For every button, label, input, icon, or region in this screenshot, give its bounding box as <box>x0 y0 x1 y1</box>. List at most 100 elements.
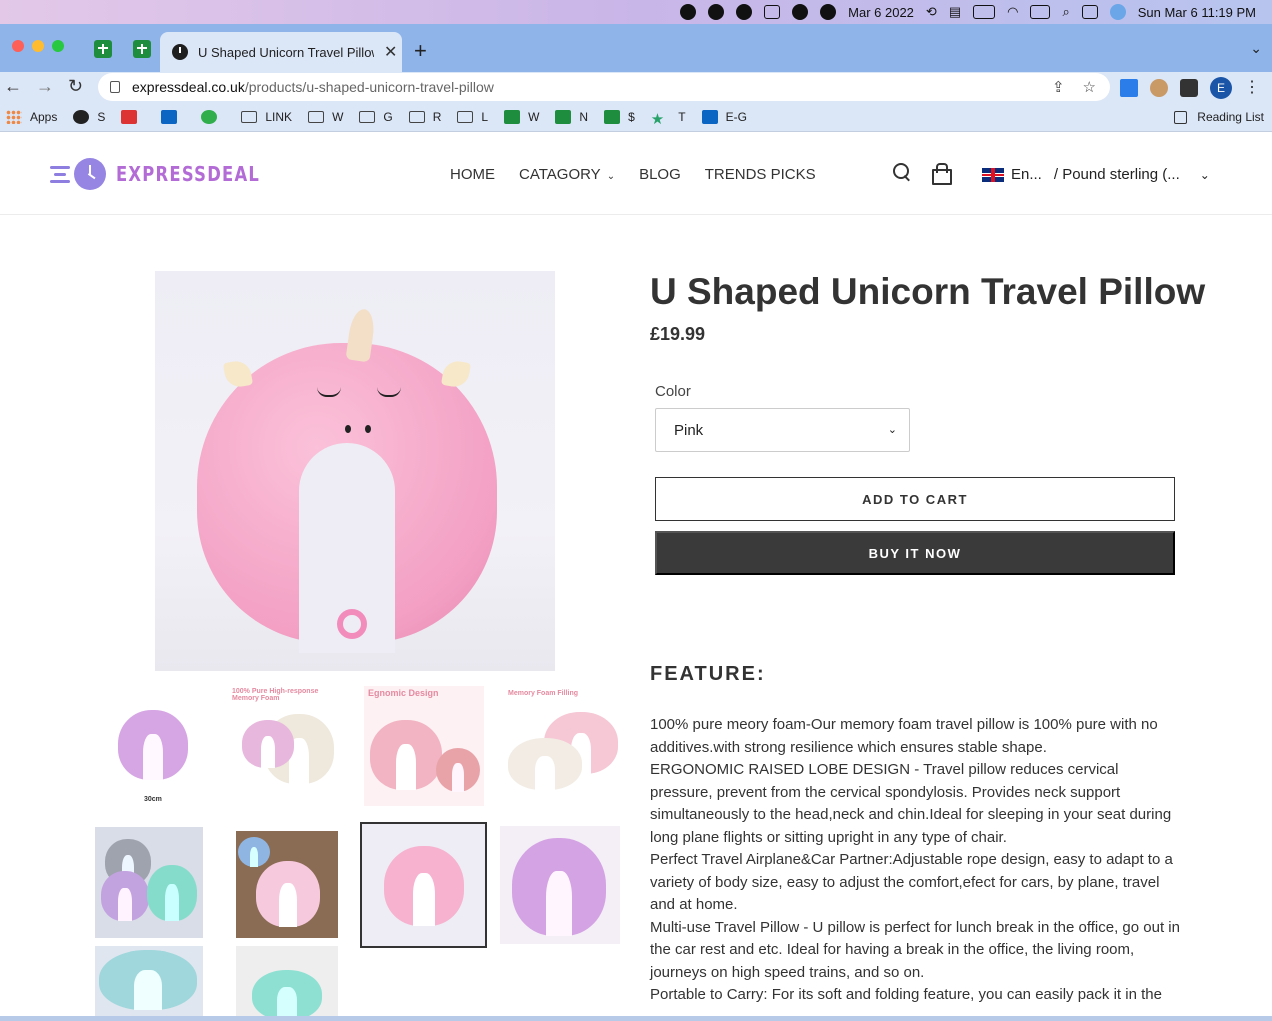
spotlight-search-icon[interactable]: ⌕ <box>1062 0 1069 24</box>
window-controls <box>12 40 64 52</box>
nostril-left <box>345 425 351 433</box>
share-icon[interactable]: ⇪ <box>1052 78 1065 96</box>
teamviewer-icon[interactable] <box>764 0 781 24</box>
bookmark-gmail[interactable] <box>121 109 145 124</box>
siri-icon[interactable] <box>1109 0 1126 24</box>
nostril-right <box>365 425 371 433</box>
forward-arrow-icon[interactable]: → <box>36 76 54 97</box>
minimize-window-button[interactable] <box>32 40 44 52</box>
product-main-image[interactable] <box>155 271 555 671</box>
bookmark-grammarly[interactable] <box>201 109 225 124</box>
bookmark-t[interactable]: ★ T <box>651 110 686 128</box>
thumb-size-label: 30cm <box>144 796 162 803</box>
wifi-icon[interactable]: ◠ <box>1007 0 1018 24</box>
bookmark-folder-r[interactable]: R <box>408 109 442 124</box>
product-thumbnail-6[interactable] <box>236 831 338 938</box>
bookmark-e-g[interactable]: E-G <box>701 109 747 124</box>
tab-close-icon[interactable]: ✕ <box>384 42 397 62</box>
battery-icon[interactable] <box>973 0 996 24</box>
cream-pillow-thumb <box>508 738 582 790</box>
product-thumbnail-10[interactable] <box>236 946 338 1016</box>
pinned-tab-sheets-2[interactable] <box>133 40 151 58</box>
back-arrow-icon[interactable]: ← <box>4 76 22 97</box>
bookmark-star-icon[interactable]: ☆ <box>1083 78 1096 96</box>
pinned-tab-sheets-1[interactable] <box>94 40 112 58</box>
bookmark-sheets-dollar[interactable]: $ <box>604 109 635 124</box>
profile-avatar[interactable]: E <box>1210 77 1232 99</box>
bookmark-folder-w[interactable]: W <box>308 110 343 124</box>
product-thumbnail-1[interactable]: 30cm <box>92 690 210 810</box>
line-icon[interactable] <box>680 0 697 24</box>
tab-active[interactable]: U Shaped Unicorn Travel Pillow ✕ <box>160 32 402 72</box>
bookmark-folder-l[interactable]: L <box>457 110 488 124</box>
lock-icon[interactable] <box>110 81 120 93</box>
nav-trends-picks[interactable]: TRENDS PICKS <box>705 166 816 183</box>
product-description: 100% pure meory foam-Our memory foam tra… <box>650 714 1180 1007</box>
logo-lines-icon <box>50 162 70 187</box>
color-select[interactable]: Pink ⌄ <box>655 408 910 452</box>
globe-icon <box>73 109 90 124</box>
keyboard-icon[interactable] <box>1030 0 1051 24</box>
input-source-flag-icon[interactable]: ▤ <box>949 0 961 24</box>
product-thumbnail-2[interactable]: 100% Pure High-response Memory Foam <box>228 686 346 806</box>
pink-pillow-thumb <box>384 846 464 926</box>
chevron-down-icon: ⌄ <box>887 424 897 436</box>
bookmark-folder-link[interactable]: LINK <box>241 110 292 124</box>
notification-bell-icon[interactable] <box>708 0 725 24</box>
clock-logo-icon <box>74 158 106 190</box>
product-thumbnail-3[interactable]: Egnomic Design <box>364 686 484 806</box>
bookmark-sheets-w[interactable]: W <box>504 109 540 124</box>
close-window-button[interactable] <box>12 40 24 52</box>
reading-list-button[interactable]: Reading List <box>1174 110 1264 124</box>
bookmark-folder-g[interactable]: G <box>359 110 393 124</box>
bookmark-apps[interactable]: Apps <box>6 109 58 124</box>
puzzle-extensions-icon[interactable] <box>1180 79 1198 97</box>
cart-icon[interactable] <box>931 163 952 185</box>
bookmark-label: N <box>579 109 589 124</box>
tab-search-chevron-icon[interactable]: ⌄ <box>1250 40 1262 57</box>
sheets-icon <box>504 109 521 124</box>
bookmark-sheets-n[interactable]: N <box>555 109 589 124</box>
description-paragraph: Multi-use Travel Pillow - U pillow is pe… <box>650 918 1180 981</box>
bookmark-label: S <box>97 109 106 124</box>
add-to-cart-button[interactable]: ADD TO CART <box>655 477 1175 521</box>
address-bar[interactable]: expressdeal.co.uk/products/u-shaped-unic… <box>98 73 1110 101</box>
flowers-thumb <box>238 837 270 867</box>
download-extension-icon[interactable] <box>1120 79 1138 97</box>
product-thumbnail-7-selected[interactable] <box>360 822 487 948</box>
bookmark-label: Apps <box>30 109 58 124</box>
menubar-date[interactable]: Mar 6 2022 <box>848 0 914 24</box>
control-center-icon[interactable] <box>1081 0 1098 24</box>
play-icon[interactable] <box>820 0 837 24</box>
site-header: EXPRESSDEAL HOME CATAGORY ⌄ BLOG TRENDS P… <box>0 133 1272 215</box>
zoom-window-button[interactable] <box>52 40 64 52</box>
product-thumbnail-8[interactable] <box>500 826 620 944</box>
folder-icon <box>241 110 258 123</box>
product-thumbnail-4[interactable]: Memory Foam Filling <box>500 686 622 806</box>
main-nav: HOME CATAGORY ⌄ BLOG TRENDS PICKS <box>450 166 816 183</box>
face-extension-icon[interactable] <box>1150 79 1168 97</box>
bookmark-label: W <box>528 109 540 124</box>
product-title: U Shaped Unicorn Travel Pillow <box>650 271 1206 312</box>
nav-category[interactable]: CATAGORY ⌄ <box>519 166 615 183</box>
wechat-icon[interactable] <box>736 0 753 24</box>
product-thumbnail-5[interactable] <box>95 827 203 938</box>
menubar-clock[interactable]: Sun Mar 6 11:19 PM <box>1138 0 1256 24</box>
locale-selector[interactable]: En... / Pound sterling (... ⌄ <box>982 166 1210 183</box>
site-logo[interactable]: EXPRESSDEAL <box>50 158 292 190</box>
nav-blog[interactable]: BLOG <box>639 166 681 183</box>
search-icon[interactable] <box>893 163 911 181</box>
pink-pillow-thumb <box>370 720 442 790</box>
reload-icon[interactable]: ↻ <box>68 76 83 97</box>
bookmark-s[interactable]: S <box>73 109 106 124</box>
time-machine-icon[interactable]: ⟲ <box>926 0 937 24</box>
product-thumbnail-9[interactable] <box>95 946 203 1016</box>
bookmark-outlook[interactable] <box>161 109 185 124</box>
new-tab-button[interactable]: + <box>414 38 427 64</box>
thumb-caption: 100% Pure High-response Memory Foam <box>232 688 319 702</box>
checkmark-icon[interactable] <box>792 0 809 24</box>
buy-it-now-button[interactable]: BUY IT NOW <box>655 531 1175 575</box>
bookmark-label: R <box>432 109 442 124</box>
nav-home[interactable]: HOME <box>450 166 495 183</box>
browser-menu-icon[interactable]: ⋮ <box>1244 79 1260 97</box>
